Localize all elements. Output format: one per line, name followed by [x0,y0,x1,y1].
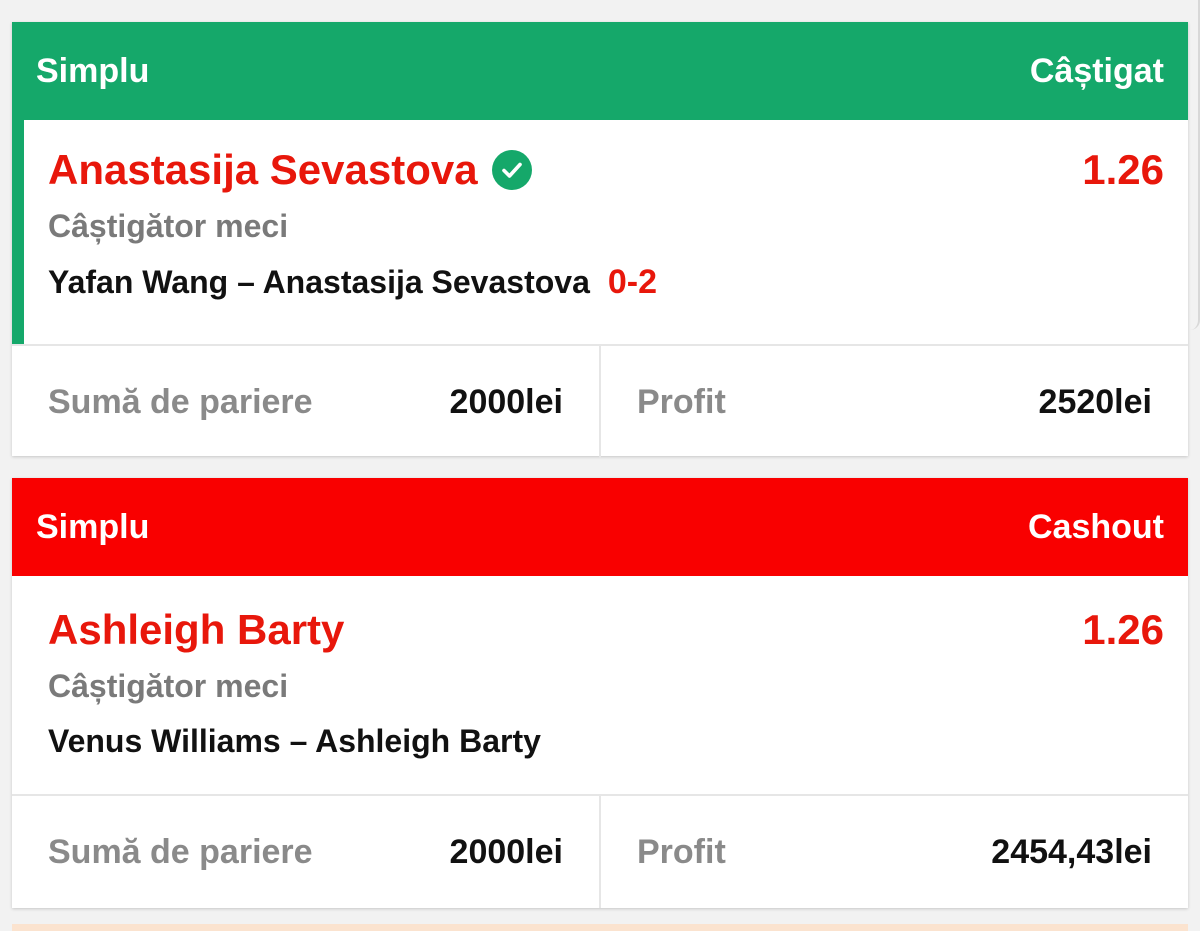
bet-card-body: Anastasija Sevastova 1.26 Câștigător mec… [12,120,1188,344]
bet-card-footer: Sumă de pariere 2000lei Profit 2520lei [12,344,1188,458]
stake-cell: Sumă de pariere 2000lei [12,796,601,908]
stake-label: Sumă de pariere [48,832,313,871]
selection-name-wrap: Anastasija Sevastova [48,146,532,194]
profit-cell: Profit 2520lei [601,346,1188,458]
next-bet-card-edge [12,924,1188,931]
odds-value: 1.26 [1082,146,1164,193]
stake-label: Sumă de pariere [48,382,313,421]
bet-card-body: Ashleigh Barty 1.26 Câștigător meci Venu… [12,576,1188,794]
scrollbar[interactable] [1188,0,1200,330]
selection-row: Ashleigh Barty 1.26 [48,606,1164,654]
odds-value: 1.26 [1082,606,1164,653]
profit-value: 2520lei [1038,382,1152,421]
event-row: Yafan Wang – Anastasija Sevastova 0-2 [48,263,1164,302]
profit-cell: Profit 2454,43lei [601,796,1188,908]
stake-cell: Sumă de pariere 2000lei [12,346,601,458]
bet-type-label: Simplu [36,507,150,546]
event-score: 0-2 [607,263,657,301]
selection-name: Anastasija Sevastova [48,146,478,193]
bet-card-header: Simplu Cashout [12,478,1188,576]
stake-value: 2000lei [449,382,563,421]
check-circle-icon [491,150,532,190]
bet-status-label: Cashout [1028,507,1164,546]
bet-card-header: Simplu Câștigat [12,22,1188,120]
selection-row: Anastasija Sevastova 1.26 [48,146,1164,194]
event-name: Yafan Wang – Anastasija Sevastova [48,264,590,300]
bet-status-label: Câștigat [1029,51,1164,90]
event-row: Venus Williams – Ashleigh Barty [48,723,1164,760]
bet-card[interactable]: Simplu Cashout Ashleigh Barty 1.26 Câști… [12,478,1188,908]
event-name: Venus Williams – Ashleigh Barty [48,723,541,759]
profit-value: 2454,43lei [991,832,1152,871]
bet-type-label: Simplu [36,51,150,90]
market-name: Câștigător meci [48,208,289,244]
profit-label: Profit [637,832,726,871]
stake-value: 2000lei [449,832,563,871]
profit-label: Profit [637,382,726,421]
selection-name: Ashleigh Barty [48,606,345,653]
bet-card[interactable]: Simplu Câștigat Anastasija Sevastova 1.2… [12,22,1188,458]
bet-card-footer: Sumă de pariere 2000lei Profit 2454,43le… [12,794,1188,908]
market-name: Câștigător meci [48,668,289,704]
bet-history-page: Simplu Câștigat Anastasija Sevastova 1.2… [0,0,1200,931]
